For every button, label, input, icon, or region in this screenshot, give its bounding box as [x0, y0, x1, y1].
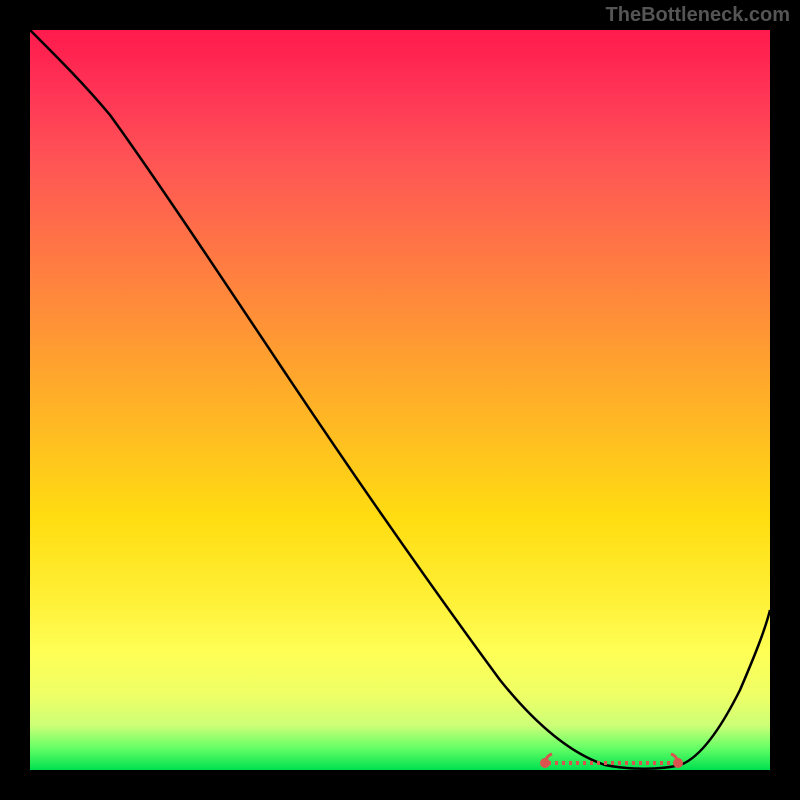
watermark-text: TheBottleneck.com	[606, 4, 790, 27]
chart-plot-area	[30, 30, 770, 770]
bottleneck-curve-path	[30, 30, 770, 769]
chart-svg	[30, 30, 770, 770]
